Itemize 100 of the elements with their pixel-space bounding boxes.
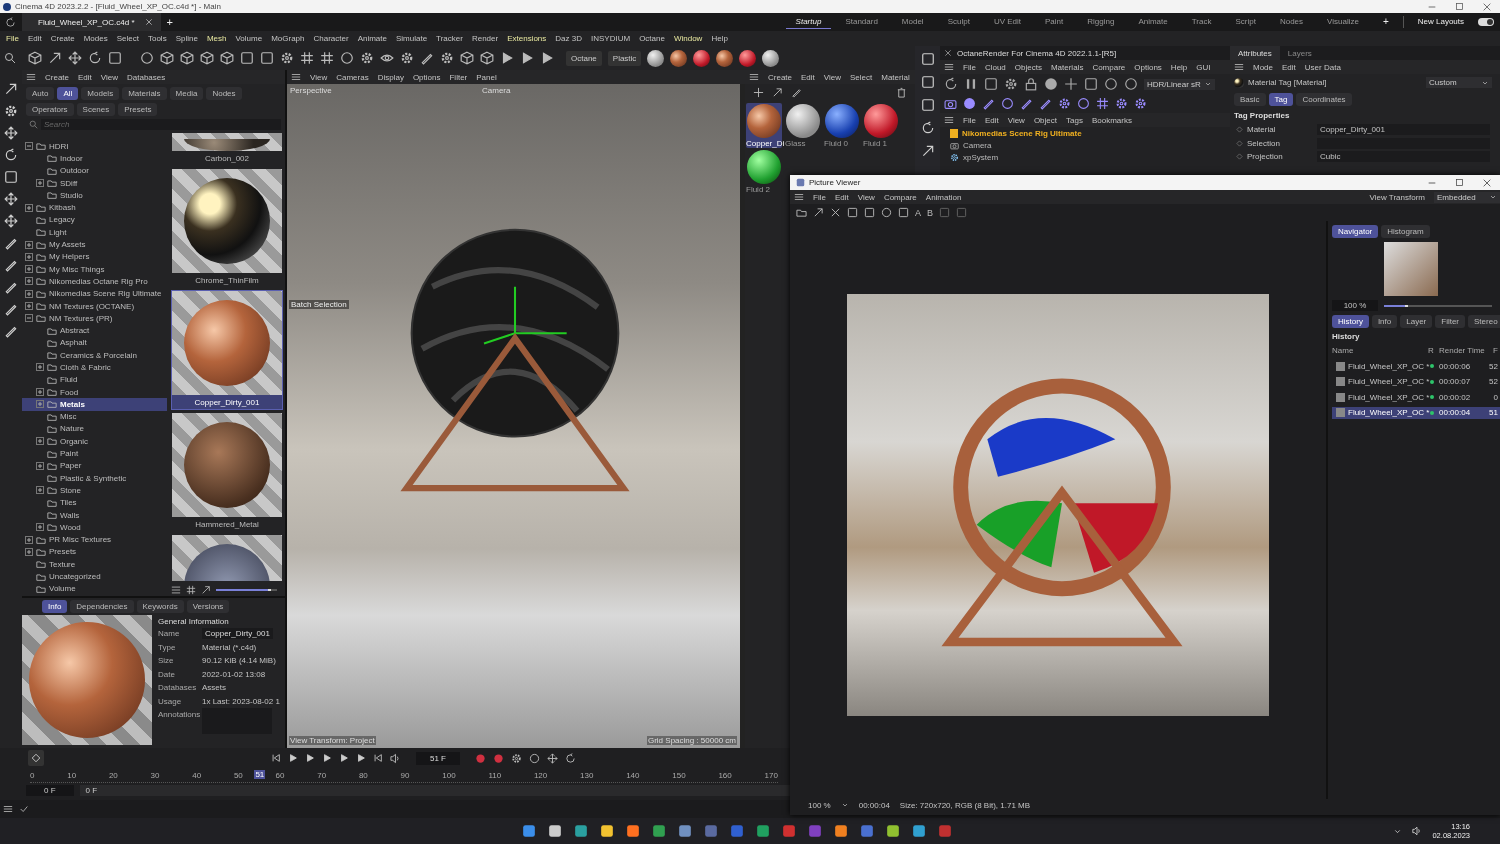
preview-thumbnail[interactable] <box>1384 242 1438 296</box>
play-icon[interactable] <box>520 51 534 65</box>
scene-tree-item[interactable]: Nikomedias Scene Rig Ultimate <box>940 127 1230 139</box>
transform-dropdown[interactable]: Embedded <box>1434 191 1500 203</box>
tree-item[interactable]: Kitbash <box>22 201 167 214</box>
menu-item[interactable]: Panel <box>476 72 497 82</box>
quick-shader-button[interactable]: Plastic <box>607 50 642 66</box>
shader-ball-icon[interactable] <box>693 49 711 67</box>
app-icon[interactable] <box>600 824 614 838</box>
speaker-icon[interactable] <box>390 752 401 764</box>
menu-item[interactable]: Create <box>50 34 75 43</box>
scene-tree-item[interactable]: xpSystem <box>940 151 1230 163</box>
asset-category-tab[interactable]: Operators <box>26 103 74 116</box>
menu-icon[interactable] <box>26 72 36 82</box>
menu-item[interactable]: Character <box>313 34 349 43</box>
tree-item[interactable]: Misc <box>22 410 167 423</box>
expand-icon[interactable] <box>25 252 33 261</box>
column-header[interactable]: Name <box>1332 346 1428 356</box>
app-icon[interactable] <box>678 824 692 838</box>
asset-category-tab[interactable]: Auto <box>26 87 55 100</box>
menu-item[interactable]: File <box>963 62 976 72</box>
side-tab[interactable]: Info <box>1371 315 1398 328</box>
menu-item[interactable]: View <box>310 72 328 82</box>
rotate-icon[interactable] <box>4 148 18 162</box>
app-icon[interactable] <box>886 824 900 838</box>
expand-icon[interactable] <box>25 277 33 286</box>
expand-icon[interactable] <box>36 400 44 409</box>
app-icon[interactable] <box>652 824 666 838</box>
cube-icon[interactable] <box>200 51 214 65</box>
expand-icon[interactable] <box>36 523 44 532</box>
tree-item[interactable]: Nikomedias Scene Rig Ultimate <box>22 287 167 300</box>
record-icon[interactable] <box>493 752 504 764</box>
quick-shader-button[interactable]: Octane <box>566 50 602 66</box>
shader-ball-icon[interactable] <box>716 49 734 67</box>
tree-item[interactable]: My Misc Things <box>22 262 167 276</box>
trash-icon[interactable] <box>896 87 907 98</box>
circle-icon[interactable] <box>529 752 540 764</box>
zoom-field[interactable]: 100 % <box>1332 300 1378 311</box>
app-icon[interactable] <box>574 824 588 838</box>
workspace-tab[interactable]: Track <box>1181 15 1222 29</box>
menu-item[interactable]: Materials <box>1050 62 1084 72</box>
menu-item[interactable]: INSYDIUM <box>591 34 631 43</box>
pen-icon[interactable] <box>791 87 802 98</box>
menu-icon[interactable] <box>794 192 804 202</box>
asset-category-tab[interactable]: All <box>57 87 79 100</box>
square-icon[interactable] <box>108 51 122 65</box>
tree-item[interactable]: Texture <box>22 558 167 571</box>
section-header[interactable]: General Information <box>158 615 285 627</box>
skip-icon[interactable] <box>373 753 383 763</box>
caret-icon[interactable] <box>1489 193 1497 201</box>
square-icon[interactable] <box>864 207 875 218</box>
menu-item[interactable]: Help <box>1170 62 1188 72</box>
tree-item[interactable]: Abstract <box>22 324 167 337</box>
settings-icon[interactable] <box>1058 97 1071 110</box>
tree-item[interactable]: Metals <box>22 398 167 411</box>
shader-ball-icon[interactable] <box>670 49 688 67</box>
workspace-tab[interactable]: Animate <box>1128 15 1178 29</box>
menu-item[interactable]: MoGraph <box>271 34 305 43</box>
tree-item[interactable]: Light <box>22 226 167 239</box>
menu-item[interactable]: Animation <box>925 192 962 202</box>
workspace-tab[interactable]: Standard <box>835 15 888 29</box>
menu-item[interactable]: Display <box>377 72 404 82</box>
tree-item[interactable]: NM Textures (OCTANE) <box>22 299 167 313</box>
pen-icon[interactable] <box>4 302 18 316</box>
scene-tree-item[interactable]: Camera <box>940 139 1230 151</box>
side-tab[interactable]: Navigator <box>1332 225 1379 238</box>
asset-category-tab[interactable]: Models <box>81 87 120 100</box>
tree-item[interactable]: Presets <box>22 545 167 559</box>
menu-item[interactable]: Mode <box>1253 62 1273 72</box>
expand-icon[interactable] <box>25 203 33 212</box>
menu-item[interactable]: View <box>857 192 875 202</box>
menu-item[interactable]: Databases <box>127 72 166 82</box>
tree-item[interactable]: NM Textures (PR) <box>22 312 167 325</box>
grid-icon[interactable] <box>320 51 334 65</box>
toggle-switch[interactable] <box>1478 18 1494 26</box>
menu-icon[interactable] <box>944 115 954 125</box>
collapse-icon[interactable] <box>25 314 33 323</box>
square-icon[interactable] <box>847 207 858 218</box>
circle-icon[interactable] <box>140 51 154 65</box>
link-field[interactable]: Copper_Dirty_001 <box>1317 124 1490 136</box>
expand-icon[interactable] <box>25 302 33 310</box>
value-dropdown[interactable]: Cubic <box>1317 151 1490 163</box>
rotate-icon[interactable] <box>88 51 102 65</box>
tree-item[interactable]: Volume <box>22 582 167 595</box>
cube-icon[interactable] <box>460 51 474 65</box>
inspector-tab[interactable]: Tag <box>1268 93 1294 106</box>
menu-item[interactable]: View <box>1007 115 1025 125</box>
expand-icon[interactable] <box>36 179 44 188</box>
caret-icon[interactable] <box>840 801 849 809</box>
tree-item[interactable]: Paint <box>22 447 167 460</box>
arrow-icon[interactable] <box>813 207 824 218</box>
tree-item[interactable]: PR Misc Textures <box>22 533 167 546</box>
rotate-icon[interactable] <box>944 77 958 91</box>
detail-tab[interactable]: Dependencies <box>70 600 134 613</box>
tree-item[interactable]: Tiles <box>22 496 167 509</box>
menu-item[interactable]: View <box>100 72 118 82</box>
grid-icon[interactable] <box>186 584 196 595</box>
menu-item[interactable]: Modes <box>83 34 108 43</box>
check-icon[interactable] <box>19 804 29 814</box>
tree-item[interactable]: Indoor <box>22 152 167 165</box>
